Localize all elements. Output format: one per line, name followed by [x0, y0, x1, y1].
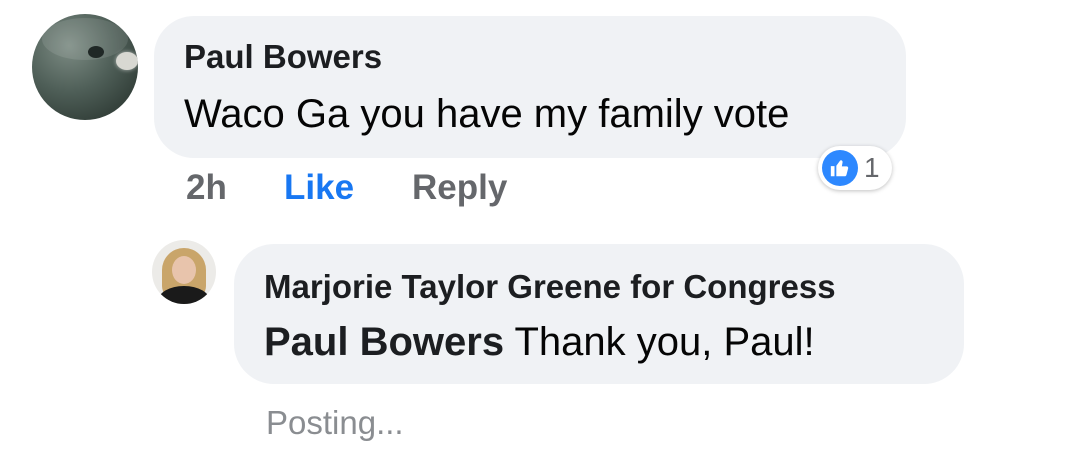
avatar-reply-author[interactable]: [152, 240, 216, 304]
like-button[interactable]: Like: [284, 168, 354, 208]
avatar-detail: [88, 46, 104, 58]
avatar-sheen: [42, 18, 128, 60]
reply-bubble: Marjorie Taylor Greene for Congress Paul…: [234, 244, 964, 384]
comment-author[interactable]: Paul Bowers: [184, 38, 382, 76]
reply-button[interactable]: Reply: [412, 168, 507, 208]
reply-text-line: Paul Bowers Thank you, Paul!: [264, 320, 815, 365]
avatar-highlight: [116, 52, 138, 70]
thumbs-up-icon: [822, 150, 858, 186]
comment-bubble: Paul Bowers Waco Ga you have my family v…: [154, 16, 906, 158]
reply-text: Thank you, Paul!: [504, 320, 815, 364]
posting-status: Posting...: [266, 404, 404, 441]
reply-mention[interactable]: Paul Bowers: [264, 320, 504, 364]
reaction-count: 1: [864, 152, 880, 183]
avatar-paul-bowers[interactable]: [32, 14, 138, 120]
reply-author[interactable]: Marjorie Taylor Greene for Congress: [264, 268, 836, 306]
avatar-face: [172, 256, 196, 284]
comment-timestamp[interactable]: 2h: [186, 168, 227, 208]
comment-text: Waco Ga you have my family vote: [184, 92, 790, 136]
reaction-summary[interactable]: 1: [818, 146, 892, 190]
